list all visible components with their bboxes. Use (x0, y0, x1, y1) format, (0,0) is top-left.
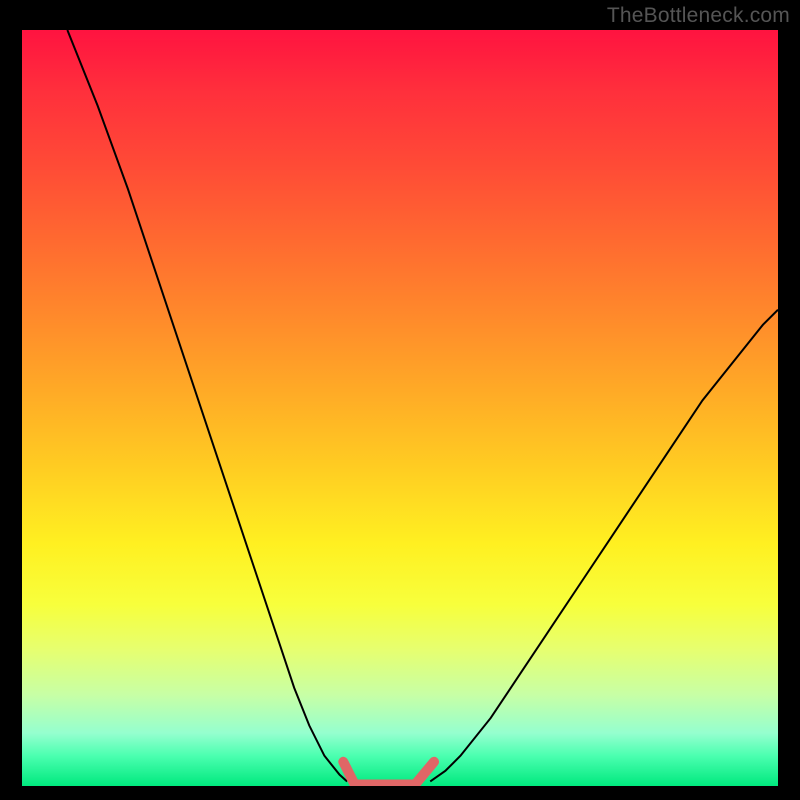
chart-svg (22, 30, 778, 786)
watermark-label: TheBottleneck.com (607, 4, 790, 28)
chart-frame: TheBottleneck.com (0, 0, 800, 800)
left-curve-path (67, 30, 347, 781)
right-curve-path (430, 310, 778, 782)
valley-marker-path (343, 762, 434, 785)
plot-area (22, 30, 778, 786)
